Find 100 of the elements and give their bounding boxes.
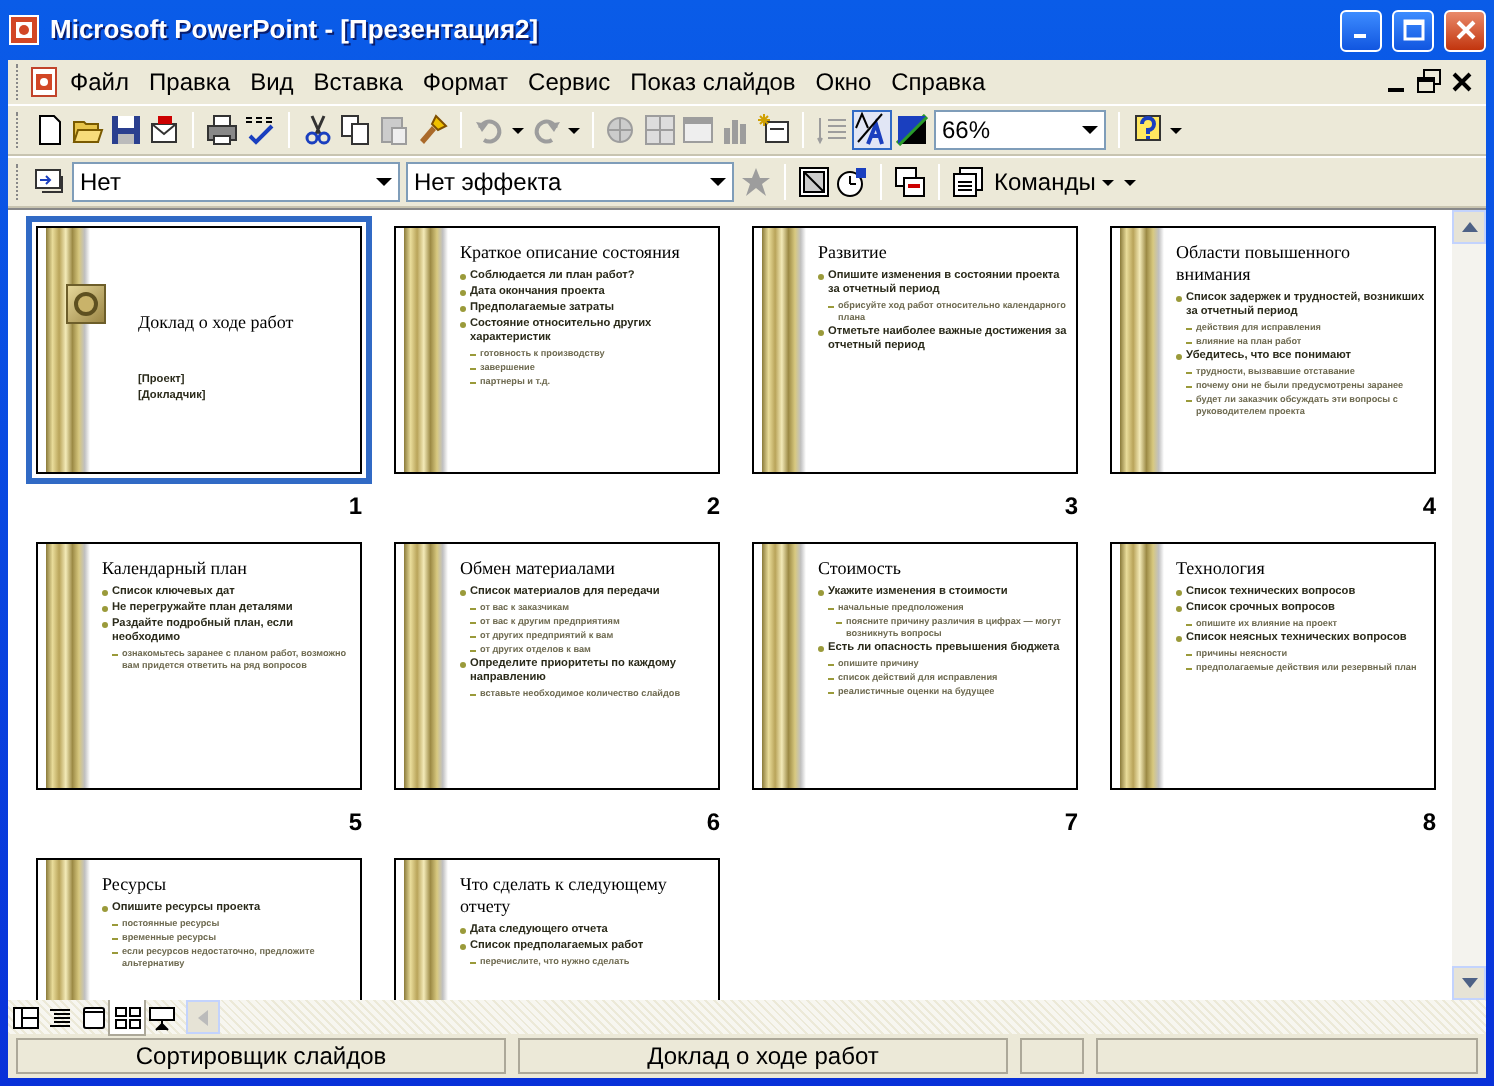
bullet-icon — [460, 944, 466, 950]
dash-icon — [470, 650, 476, 652]
maximize-icon[interactable] — [1401, 18, 1425, 42]
dash-icon — [470, 636, 476, 638]
print-icon[interactable] — [206, 114, 238, 146]
slide-title: Доклад о ходе работ — [138, 312, 294, 334]
caret-icon[interactable] — [512, 124, 524, 136]
scroll-down-icon[interactable] — [1459, 976, 1479, 990]
menu-item[interactable]: Показ слайдов — [620, 64, 806, 100]
bullet-icon — [460, 590, 466, 596]
status-pane — [1020, 1038, 1084, 1074]
scroll-up-icon[interactable] — [1459, 220, 1479, 234]
dash-icon — [828, 608, 834, 610]
dash-icon — [1186, 654, 1192, 656]
menu-item[interactable]: Сервис — [518, 64, 621, 100]
restore-icon[interactable] — [1414, 66, 1446, 98]
slide-view-icon[interactable] — [79, 1003, 107, 1031]
normal-view-icon[interactable] — [11, 1003, 39, 1031]
menu-item[interactable]: Файл — [60, 64, 140, 100]
slide-number: 2 — [704, 490, 722, 524]
menu-item[interactable]: Вставка — [303, 64, 413, 100]
show-formatting-icon[interactable] — [854, 112, 890, 148]
transition-dropdown[interactable]: Нет — [72, 162, 400, 202]
bullet-icon — [460, 662, 466, 668]
slide-title: Обмен материалами — [460, 558, 617, 580]
summary-slide-icon[interactable] — [894, 166, 926, 198]
dash-icon — [836, 622, 842, 624]
bullet-icon — [460, 290, 466, 296]
menu-item[interactable]: Вид — [240, 64, 304, 100]
slide-sorter-icon[interactable] — [113, 1003, 141, 1031]
menu-item[interactable]: Справка — [881, 64, 996, 100]
dash-icon — [470, 962, 476, 964]
menu-item[interactable]: Правка — [139, 64, 241, 100]
save-icon[interactable] — [110, 114, 142, 146]
slide-number: 5 — [346, 806, 364, 840]
toolbar-options-icon[interactable] — [1123, 176, 1136, 188]
dash-icon — [828, 678, 834, 680]
slide-number: 1 — [346, 490, 364, 524]
slide-title: Что сделать к следующему отчету — [460, 874, 669, 918]
app-icon[interactable] — [8, 14, 40, 46]
dash-icon — [470, 368, 476, 370]
slide-title: Развитие — [818, 242, 889, 264]
cut-icon[interactable] — [302, 114, 334, 146]
menu-item[interactable]: Формат — [412, 64, 519, 100]
dash-icon — [112, 938, 118, 940]
slide-title: Технология — [1176, 558, 1267, 580]
caret-icon[interactable] — [568, 124, 580, 136]
caret-icon[interactable] — [1101, 176, 1114, 188]
slide-title: Области повышенного внимания — [1176, 242, 1352, 286]
new-slide-icon[interactable] — [758, 114, 790, 146]
spellcheck-icon[interactable] — [244, 114, 276, 146]
slide-number: 6 — [704, 806, 722, 840]
dash-icon — [470, 622, 476, 624]
paintbrush-icon[interactable] — [416, 114, 448, 146]
dash-icon — [828, 664, 834, 666]
dash-icon — [1186, 372, 1192, 374]
new-document-icon[interactable] — [34, 114, 66, 146]
mail-icon[interactable] — [148, 114, 180, 146]
slide-number: 4 — [1420, 490, 1438, 524]
slide-title: Стоимость — [818, 558, 903, 580]
notes-icon[interactable] — [952, 166, 984, 198]
copy-icon[interactable] — [340, 114, 372, 146]
dash-icon — [470, 382, 476, 384]
bullet-icon — [1176, 590, 1182, 596]
bullet-icon — [460, 928, 466, 934]
dash-icon — [112, 654, 118, 656]
bullet-icon — [818, 590, 824, 596]
dash-icon — [470, 694, 476, 696]
dash-icon — [1186, 328, 1192, 330]
effect-dropdown[interactable]: Нет эффекта — [406, 162, 734, 202]
slide-number: 8 — [1420, 806, 1438, 840]
star-icon[interactable] — [740, 166, 772, 198]
slide-number: 3 — [1062, 490, 1080, 524]
outline-view-icon[interactable] — [45, 1003, 73, 1031]
maximize-button[interactable] — [1392, 9, 1434, 51]
dash-icon — [1186, 668, 1192, 670]
bullet-icon — [1176, 636, 1182, 642]
help-icon[interactable] — [1132, 114, 1164, 146]
bullet-icon — [1176, 606, 1182, 612]
projector-screen-icon[interactable] — [147, 1003, 175, 1031]
minimize-button[interactable] — [1340, 9, 1382, 51]
zoom-dropdown[interactable]: 66% — [934, 110, 1106, 150]
menu-item[interactable]: Окно — [805, 64, 882, 100]
hide-slide-icon[interactable] — [798, 166, 830, 198]
slide-transition-icon[interactable] — [34, 166, 66, 198]
vertical-scrollbar[interactable] — [1452, 210, 1486, 1000]
bullet-icon — [102, 906, 108, 912]
grayscale-icon[interactable] — [896, 114, 928, 146]
commands-button[interactable]: Команды — [990, 164, 1118, 200]
slide-number: 7 — [1062, 806, 1080, 840]
slide-title: Календарный план — [102, 558, 249, 580]
stopwatch-icon[interactable] — [836, 166, 868, 198]
dash-icon — [828, 692, 834, 694]
close-button[interactable] — [1444, 9, 1486, 51]
caret-icon[interactable] — [1170, 124, 1182, 136]
dash-icon — [1186, 624, 1192, 626]
document-icon[interactable] — [28, 66, 60, 98]
dash-icon — [1186, 386, 1192, 388]
medallion-drawing — [66, 284, 106, 324]
status-text: Доклад о ходе работ — [518, 1038, 1008, 1074]
